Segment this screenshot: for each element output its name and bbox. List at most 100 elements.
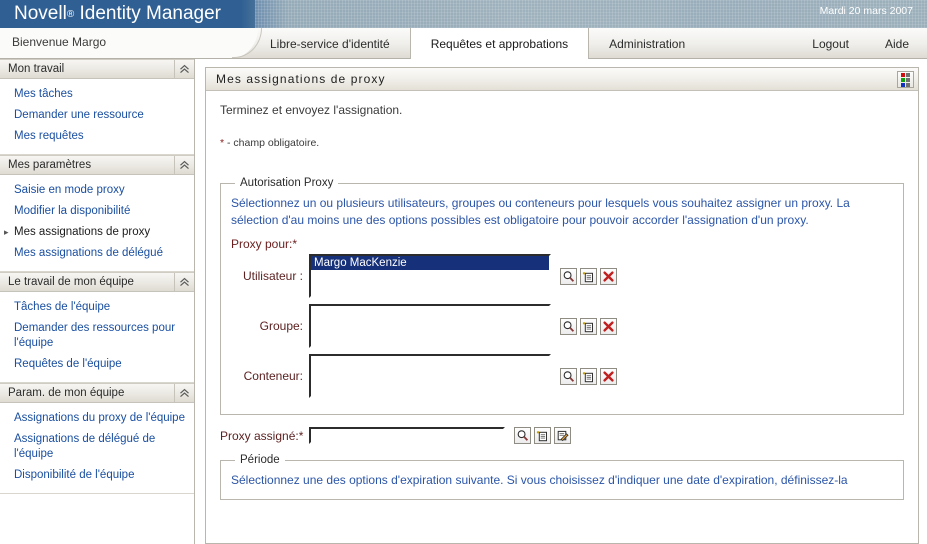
welcome-message: Bienvenue Margo xyxy=(12,35,107,49)
assigned-proxy-text: Proxy assigné: xyxy=(220,428,299,443)
authorization-fieldset: Autorisation Proxy Sélectionnez un ou pl… xyxy=(220,177,904,415)
proxy-for-star: * xyxy=(292,237,298,251)
sidebar-group-header-my-team-settings[interactable]: Param. de mon équipe xyxy=(0,383,194,403)
list-item[interactable]: Margo MacKenzie xyxy=(311,256,549,270)
main-navigation: Bienvenue Margo Libre-service d'identité… xyxy=(0,28,927,59)
proxy-assignments-panel: Mes assignations de proxy Terminez et en… xyxy=(205,67,919,544)
sidebar-group-header-my-work[interactable]: Mon travail xyxy=(0,59,194,79)
group-field-row: Groupe: xyxy=(231,304,893,348)
container-action-icons xyxy=(560,367,617,385)
sidebar-items-my-settings: Saisie en mode proxy Modifier la disponi… xyxy=(0,175,194,271)
period-blurb: Sélectionnez une des options d'expiratio… xyxy=(231,473,848,487)
assigned-proxy-row: Proxy assigné:* xyxy=(220,427,904,444)
sidebar-group-title: Le travail de mon équipe xyxy=(8,276,134,288)
delete-icon[interactable] xyxy=(600,267,617,285)
current-date: Mardi 20 mars 2007 xyxy=(819,5,913,17)
chevron-up-double-icon[interactable] xyxy=(174,273,194,292)
add-entry-icon[interactable] xyxy=(580,317,597,335)
proxy-for-label: Proxy pour:* xyxy=(231,237,893,251)
color-grid-glyph xyxy=(901,72,910,87)
sidebar-item-request-resource[interactable]: Demander une ressource xyxy=(0,105,194,126)
search-icon[interactable] xyxy=(514,427,532,444)
sidebar-item-proxy-mode-entry[interactable]: Saisie en mode proxy xyxy=(0,180,194,201)
product-name: Identity Manager xyxy=(79,3,221,24)
group-action-icons xyxy=(560,317,617,335)
sidebar-item-team-delegate-assignments[interactable]: Assignations de délégué de l'équipe xyxy=(0,429,194,465)
color-grid-icon[interactable] xyxy=(897,71,914,88)
required-field-note: * - champ obligatoire. xyxy=(220,137,904,149)
sidebar-item-team-availability[interactable]: Disponibilité de l'équipe xyxy=(0,465,194,486)
sidebar-item-my-requests[interactable]: Mes requêtes xyxy=(0,126,194,147)
chevron-up-double-icon[interactable] xyxy=(174,60,194,79)
tab-requests-approvals[interactable]: Requêtes et approbations xyxy=(409,28,590,59)
group-field-label: Groupe: xyxy=(259,319,303,333)
assigned-proxy-action-icons xyxy=(514,427,572,444)
authorization-blurb: Sélectionnez un ou plusieurs utilisateur… xyxy=(231,196,850,227)
tab-list: Libre-service d'identité Requêtes et app… xyxy=(250,28,705,59)
grid-cell-red xyxy=(901,72,905,77)
page-title: Mes assignations de proxy xyxy=(216,72,386,86)
required-note-text: - champ obligatoire. xyxy=(224,137,320,149)
registered-trademark-icon: ® xyxy=(66,9,75,20)
sidebar-item-my-proxy-assignments[interactable]: Mes assignations de proxy xyxy=(0,222,194,243)
intro-text: Terminez et envoyez l'assignation. xyxy=(220,103,403,117)
assigned-proxy-star: * xyxy=(298,428,304,443)
sidebar-items-my-team-settings: Assignations du proxy de l'équipe Assign… xyxy=(0,403,194,493)
logout-link[interactable]: Logout xyxy=(794,37,867,51)
assigned-proxy-input[interactable] xyxy=(309,427,506,444)
chevron-up-double-icon[interactable] xyxy=(174,156,194,175)
sidebar: Mon travail Mes tâches Demander une ress… xyxy=(0,59,195,544)
sidebar-item-team-proxy-assignments[interactable]: Assignations du proxy de l'équipe xyxy=(0,408,194,429)
sidebar-group-header-my-team-work[interactable]: Le travail de mon équipe xyxy=(0,272,194,292)
user-field-label: Utilisateur : xyxy=(242,269,303,283)
sidebar-item-team-requests[interactable]: Requêtes de l'équipe xyxy=(0,354,194,375)
grid-cell-gray-1 xyxy=(906,72,910,77)
search-icon[interactable] xyxy=(560,317,577,335)
sidebar-item-edit-availability[interactable]: Modifier la disponibilité xyxy=(0,201,194,222)
grid-cell-gray-2 xyxy=(906,77,910,82)
grid-cell-blue xyxy=(901,82,905,87)
grid-cell-gray-3 xyxy=(906,82,910,87)
container-listbox[interactable] xyxy=(309,354,551,398)
sidebar-items-my-team-work: Tâches de l'équipe Demander des ressourc… xyxy=(0,292,194,382)
brand-name: Novell xyxy=(14,3,67,24)
sidebar-group-title: Mon travail xyxy=(8,63,65,75)
authorization-legend: Autorisation Proxy xyxy=(240,177,334,189)
delete-icon[interactable] xyxy=(600,317,617,335)
add-entry-icon[interactable] xyxy=(580,367,597,385)
period-fieldset: Période Sélectionnez une des options d'e… xyxy=(220,454,904,500)
edit-icon[interactable] xyxy=(554,427,572,444)
sidebar-group-my-team-work: Le travail de mon équipe Tâches de l'équ… xyxy=(0,272,194,383)
grid-cell-green xyxy=(901,77,905,82)
chevron-up-double-icon[interactable] xyxy=(174,384,194,403)
page-shell: Mon travail Mes tâches Demander une ress… xyxy=(0,59,927,544)
user-listbox[interactable]: Margo MacKenzie xyxy=(309,254,551,298)
sidebar-item-request-team-resources[interactable]: Demander des ressources pour l'équipe xyxy=(0,318,194,354)
help-link[interactable]: Aide xyxy=(867,37,927,51)
user-field-row: Utilisateur : Margo MacKenzie xyxy=(231,254,893,298)
container-field-row: Conteneur: xyxy=(231,354,893,398)
sidebar-group-title: Mes paramètres xyxy=(8,159,92,171)
sidebar-group-title: Param. de mon équipe xyxy=(8,387,125,399)
add-entry-icon[interactable] xyxy=(534,427,552,444)
search-icon[interactable] xyxy=(560,267,577,285)
delete-icon[interactable] xyxy=(600,367,617,385)
sidebar-item-my-tasks[interactable]: Mes tâches xyxy=(0,84,194,105)
sidebar-group-header-my-settings[interactable]: Mes paramètres xyxy=(0,155,194,175)
main-content: Mes assignations de proxy Terminez et en… xyxy=(195,59,927,544)
panel-title-bar: Mes assignations de proxy xyxy=(206,68,918,91)
group-listbox[interactable] xyxy=(309,304,551,348)
tab-identity-self-service[interactable]: Libre-service d'identité xyxy=(250,28,410,59)
brand-logo: Novell® Identity Manager xyxy=(14,2,221,27)
sidebar-group-my-team-settings: Param. de mon équipe Assignations du pro… xyxy=(0,383,194,494)
search-icon[interactable] xyxy=(560,367,577,385)
tab-administration[interactable]: Administration xyxy=(589,28,705,59)
add-entry-icon[interactable] xyxy=(580,267,597,285)
sidebar-group-my-settings: Mes paramètres Saisie en mode proxy Modi… xyxy=(0,155,194,272)
user-action-icons xyxy=(560,267,617,285)
sidebar-item-team-tasks[interactable]: Tâches de l'équipe xyxy=(0,297,194,318)
sidebar-item-my-delegate-assignments[interactable]: Mes assignations de délégué xyxy=(0,243,194,264)
container-field-label: Conteneur: xyxy=(243,369,303,383)
sidebar-items-my-work: Mes tâches Demander une ressource Mes re… xyxy=(0,79,194,154)
tab-utility-links: Logout Aide xyxy=(794,28,927,59)
